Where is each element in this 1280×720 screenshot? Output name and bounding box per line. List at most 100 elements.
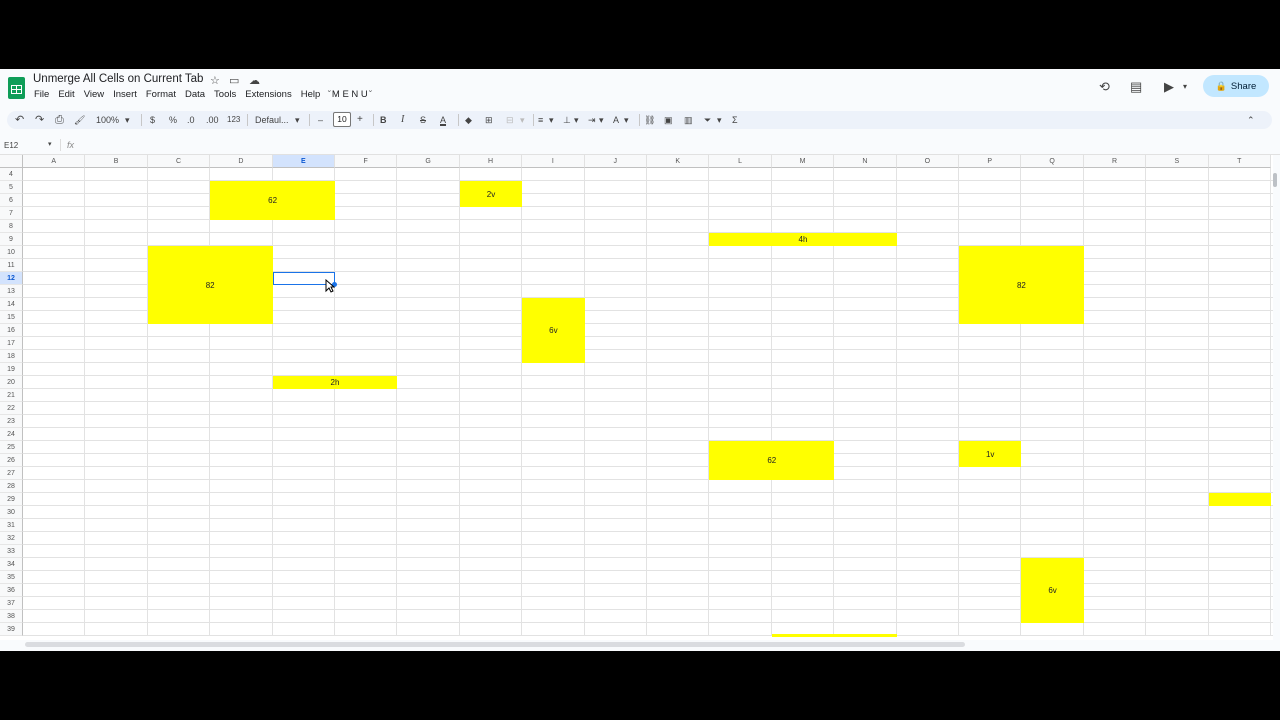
row-header-8[interactable]: 8: [0, 220, 23, 233]
column-header-d[interactable]: D: [210, 155, 273, 168]
column-header-a[interactable]: A: [23, 155, 86, 168]
menu-data[interactable]: Data: [185, 89, 205, 100]
text-wrapping-icon[interactable]: ⇥: [588, 113, 596, 127]
horizontal-align-dropdown-icon[interactable]: ▾: [549, 113, 554, 127]
merged-cell-p10[interactable]: 82: [959, 246, 1084, 324]
merged-cell-e20[interactable]: 2h: [272, 376, 398, 389]
column-header-i[interactable]: I: [522, 155, 585, 168]
column-header-g[interactable]: G: [397, 155, 460, 168]
meet-dropdown-icon[interactable]: ▾: [1183, 82, 1187, 91]
column-header-m[interactable]: M: [771, 155, 835, 168]
comments-icon[interactable]: ▤: [1130, 79, 1142, 95]
row-header-4[interactable]: 4: [0, 168, 23, 181]
column-header-q[interactable]: Q: [1021, 155, 1084, 168]
collapse-toolbar-icon[interactable]: ⌃: [1247, 113, 1255, 127]
row-header-7[interactable]: 7: [0, 207, 23, 220]
row-header-33[interactable]: 33: [0, 545, 23, 558]
row-header-26[interactable]: 26: [0, 454, 23, 467]
column-header-h[interactable]: H: [459, 155, 523, 168]
fill-color-icon[interactable]: ◆: [465, 113, 472, 127]
row-header-34[interactable]: 34: [0, 558, 23, 571]
row-header-22[interactable]: 22: [0, 402, 23, 415]
strikethrough-button[interactable]: S: [420, 113, 426, 127]
merged-cell-l9[interactable]: 4h: [709, 233, 897, 246]
filter-icon[interactable]: ⏷: [704, 113, 711, 127]
menu-file[interactable]: File: [34, 89, 49, 100]
merged-cell-q34[interactable]: 6v: [1021, 558, 1084, 623]
menu-edit[interactable]: Edit: [58, 89, 74, 100]
merged-cell-c10[interactable]: 82: [147, 246, 273, 324]
row-header-10[interactable]: 10: [0, 246, 23, 259]
row-header-17[interactable]: 17: [0, 337, 23, 350]
row-header-13[interactable]: 13: [0, 285, 23, 298]
menu-help[interactable]: Help: [301, 89, 321, 100]
insert-link-icon[interactable]: ⛓: [644, 113, 655, 127]
share-button[interactable]: 🔒 Share: [1203, 75, 1269, 97]
decrease-font-size-button[interactable]: –: [318, 113, 323, 127]
undo-icon[interactable]: ↶: [15, 113, 24, 127]
row-header-35[interactable]: 35: [0, 571, 23, 584]
row-header-14[interactable]: 14: [0, 298, 23, 311]
spreadsheet-grid[interactable]: A B C D E F G H I J K L M N O P Q R S T 4 5 6 7 8 9 10 11 12 13 14 15 16…: [0, 155, 1273, 640]
paint-format-icon[interactable]: 🖌: [74, 113, 85, 127]
move-to-folder-icon[interactable]: ▭: [229, 74, 239, 87]
wrapping-dropdown-icon[interactable]: ▾: [599, 113, 604, 127]
insert-chart-icon[interactable]: ▥: [684, 113, 693, 127]
more-formats-button[interactable]: 123: [227, 113, 240, 127]
row-header-11[interactable]: 11: [0, 259, 23, 272]
merged-cell-partial[interactable]: [771, 634, 897, 637]
meet-icon[interactable]: ▶: [1164, 79, 1174, 95]
row-header-37[interactable]: 37: [0, 597, 23, 610]
row-header-9[interactable]: 9: [0, 233, 23, 246]
document-title[interactable]: Unmerge All Cells on Current Tab: [33, 73, 203, 85]
row-header-15[interactable]: 15: [0, 311, 23, 324]
print-icon[interactable]: ⎙: [55, 113, 64, 127]
sheets-logo-icon[interactable]: [8, 77, 25, 99]
merge-dropdown-icon[interactable]: ▾: [520, 113, 525, 127]
column-header-p[interactable]: P: [959, 155, 1022, 168]
increase-font-size-button[interactable]: +: [357, 113, 363, 127]
italic-button[interactable]: I: [401, 113, 404, 127]
zoom-select[interactable]: 100%: [96, 113, 119, 127]
column-header-b[interactable]: B: [85, 155, 148, 168]
text-color-button[interactable]: A: [440, 113, 446, 127]
column-header-c[interactable]: C: [147, 155, 211, 168]
row-header-36[interactable]: 36: [0, 584, 23, 597]
borders-icon[interactable]: ⊞: [485, 113, 493, 127]
row-header-19[interactable]: 19: [0, 363, 23, 376]
zoom-dropdown-icon[interactable]: ▾: [125, 113, 130, 127]
cloud-saved-icon[interactable]: ☁: [249, 74, 260, 87]
menu-extensions[interactable]: Extensions: [245, 89, 291, 100]
select-all-corner[interactable]: [0, 155, 23, 168]
column-header-s[interactable]: S: [1146, 155, 1209, 168]
horizontal-scrollbar[interactable]: [25, 642, 965, 647]
vertical-scrollbar[interactable]: [1273, 173, 1277, 187]
redo-icon[interactable]: ↷: [35, 113, 44, 127]
menu-insert[interactable]: Insert: [113, 89, 137, 100]
merge-cells-icon[interactable]: ⊟: [506, 113, 514, 127]
row-header-5[interactable]: 5: [0, 181, 23, 194]
column-header-k[interactable]: K: [647, 155, 710, 168]
column-header-o[interactable]: O: [896, 155, 959, 168]
column-header-n[interactable]: N: [834, 155, 897, 168]
column-header-t[interactable]: T: [1208, 155, 1271, 168]
row-header-31[interactable]: 31: [0, 519, 23, 532]
menu-view[interactable]: View: [84, 89, 104, 100]
row-header-6[interactable]: 6: [0, 194, 23, 207]
percent-format-button[interactable]: %: [169, 113, 177, 127]
merged-cell-p25[interactable]: 1v: [959, 441, 1022, 467]
font-dropdown-icon[interactable]: ▾: [295, 113, 300, 127]
row-header-29[interactable]: 29: [0, 493, 23, 506]
row-header-20[interactable]: 20: [0, 376, 23, 389]
row-header-16[interactable]: 16: [0, 324, 23, 337]
currency-format-button[interactable]: $: [150, 113, 155, 127]
decrease-decimal-button[interactable]: .0: [187, 113, 195, 127]
column-header-l[interactable]: L: [709, 155, 772, 168]
row-header-38[interactable]: 38: [0, 610, 23, 623]
menu-format[interactable]: Format: [146, 89, 176, 100]
star-icon[interactable]: ☆: [210, 74, 220, 87]
column-header-j[interactable]: J: [584, 155, 647, 168]
menu-custom[interactable]: ̆ M E N U ̆: [329, 89, 370, 100]
vertical-align-dropdown-icon[interactable]: ▾: [574, 113, 579, 127]
name-box[interactable]: E12: [4, 141, 18, 150]
